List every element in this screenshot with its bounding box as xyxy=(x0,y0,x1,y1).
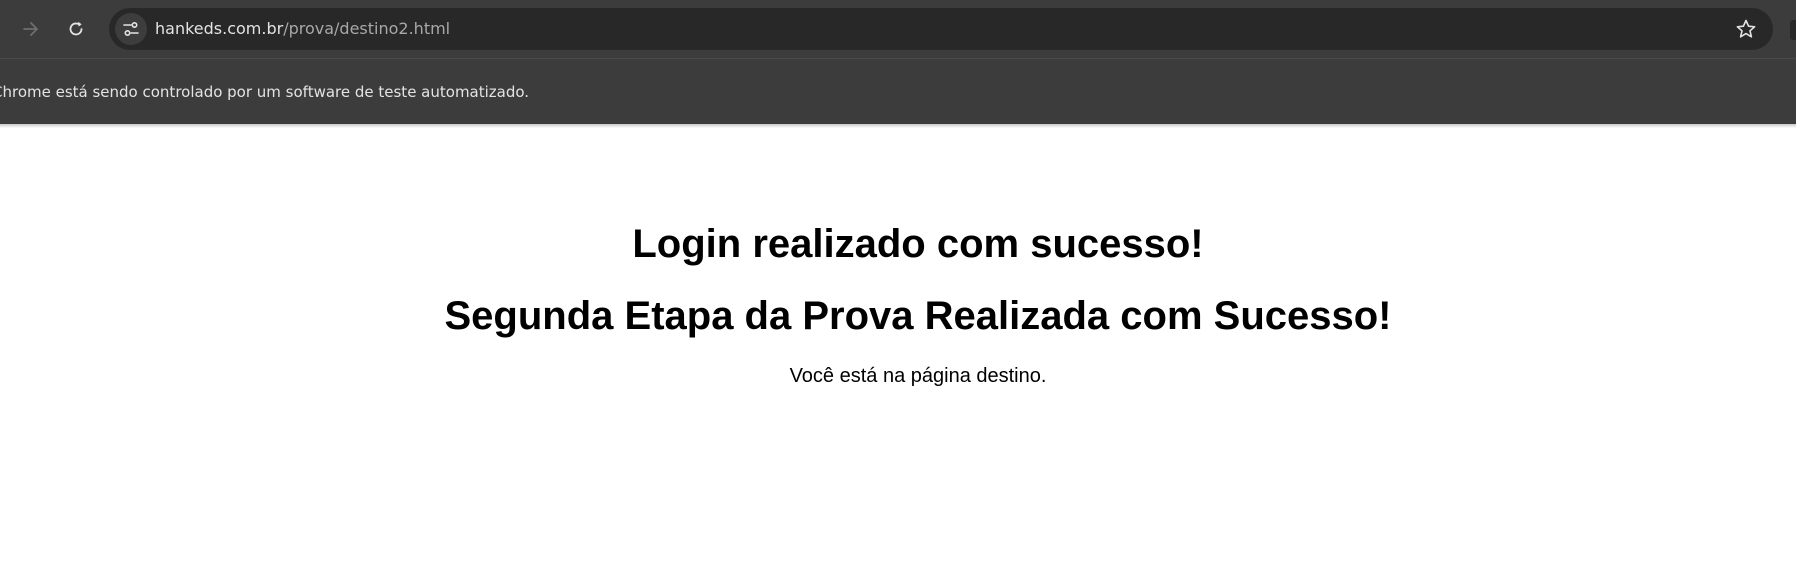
destination-message: Você está na página destino. xyxy=(789,365,1047,387)
infobar-shadow xyxy=(0,124,1796,128)
success-heading: Login realizado com sucesso! xyxy=(632,222,1204,266)
automation-infobar: Chrome está sendo controlado por um soft… xyxy=(0,58,1796,124)
site-info-button[interactable] xyxy=(115,13,147,45)
reload-button[interactable] xyxy=(60,13,92,45)
stage-heading: Segunda Etapa da Prova Realizada com Suc… xyxy=(444,294,1392,338)
reload-icon xyxy=(69,21,83,36)
tune-icon xyxy=(123,21,139,37)
address-bar[interactable]: hankeds.com.br/prova/destino2.html xyxy=(109,8,1773,50)
url-text[interactable]: hankeds.com.br/prova/destino2.html xyxy=(155,19,450,39)
toolbar-edge xyxy=(1790,20,1796,40)
arrow-right-icon xyxy=(23,22,38,36)
star-outline-icon xyxy=(1736,19,1756,38)
url-host: hankeds.com.br xyxy=(155,19,284,38)
url-path: /prova/destino2.html xyxy=(283,19,451,38)
browser-toolbar: hankeds.com.br/prova/destino2.html xyxy=(0,0,1796,58)
bookmark-button[interactable] xyxy=(1730,13,1762,45)
forward-button[interactable] xyxy=(15,13,47,45)
infobar-message: Chrome está sendo controlado por um soft… xyxy=(0,83,530,101)
